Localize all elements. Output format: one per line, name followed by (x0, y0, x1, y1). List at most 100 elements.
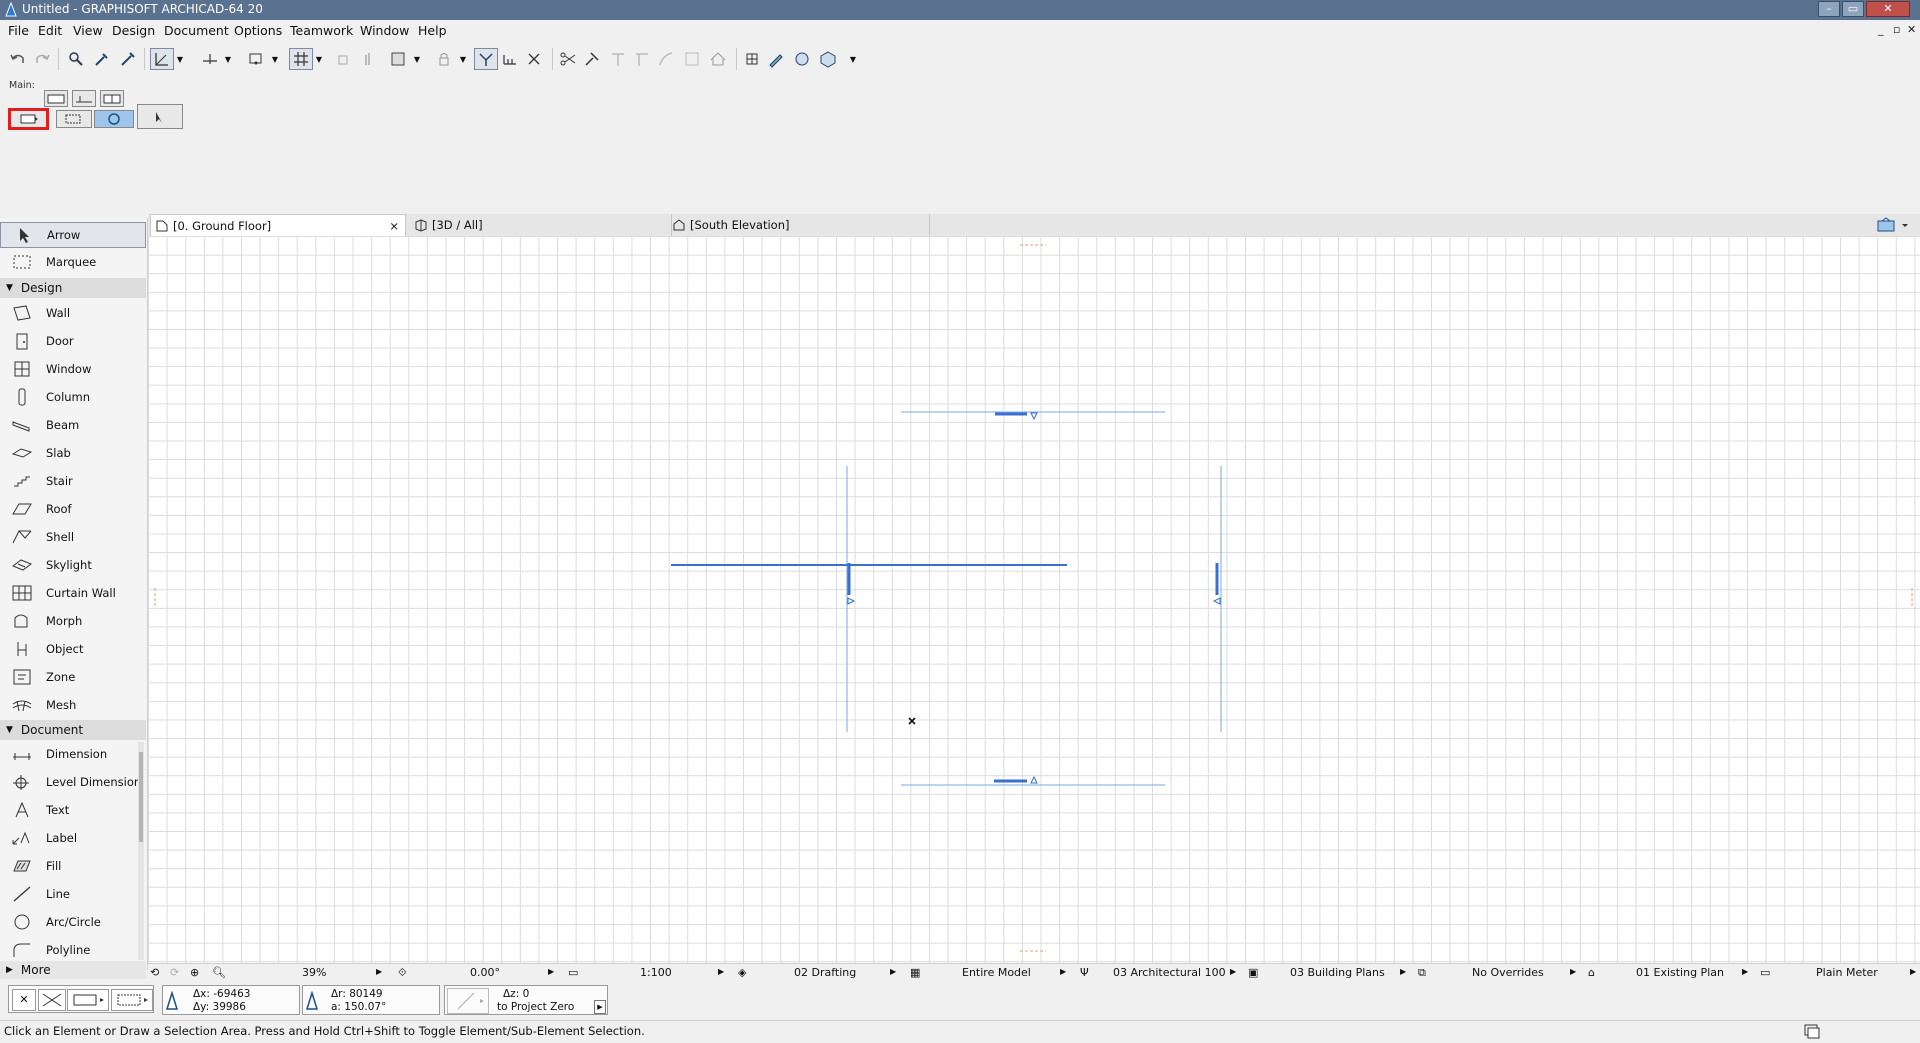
tool-beam[interactable]: Beam (0, 412, 146, 438)
pen-set-dropdown-arrow[interactable]: ▶ (1230, 967, 1236, 976)
undo-button[interactable] (6, 48, 30, 70)
layer-combination-dropdown-arrow[interactable]: ▶ (890, 967, 896, 976)
tool-shell[interactable]: Shell (0, 524, 146, 550)
solid-element-operations-button[interactable] (740, 48, 764, 70)
tool-polyline[interactable]: Polyline (0, 937, 146, 963)
scale-value[interactable]: 1:100 (640, 966, 672, 979)
tool-skylight[interactable]: Skylight (0, 552, 146, 578)
roof-trim-button[interactable] (706, 48, 730, 70)
tool-fill[interactable]: Fill (0, 853, 146, 879)
fillet-button[interactable] (630, 48, 654, 70)
trim-to-roof-button[interactable] (764, 48, 788, 70)
tab-ground-floor[interactable]: [0. Ground Floor] × (150, 214, 406, 236)
mdi-restore-button[interactable]: ▫ (1893, 23, 1900, 36)
maximize-button[interactable]: ▭ (1842, 1, 1864, 17)
tool-column[interactable]: Column (0, 384, 146, 410)
tool-roof[interactable]: Roof (0, 496, 146, 522)
menu-view[interactable]: View (73, 23, 103, 38)
menu-window[interactable]: Window (360, 23, 409, 38)
tool-arrow[interactable]: Arrow (0, 222, 146, 248)
tool-stair[interactable]: Stair (0, 468, 146, 494)
resize-button[interactable] (680, 48, 704, 70)
close-button[interactable]: ✕ (1866, 1, 1910, 17)
xy-coordinate-box[interactable]: Δx: -69463 Δy: 39986 (162, 985, 300, 1015)
more-tools-header[interactable]: ▶ More (0, 961, 146, 979)
model-view-options-dropdown-arrow[interactable]: ▶ (1400, 967, 1406, 976)
tool-mesh[interactable]: Mesh (0, 692, 146, 718)
layer-combination-value[interactable]: 02 Drafting (794, 966, 856, 979)
trace-button[interactable] (356, 48, 380, 70)
renovation-filter-value[interactable]: 01 Existing Plan (1636, 966, 1724, 979)
inject-parameters-button[interactable] (116, 48, 140, 70)
tool-label[interactable]: Label (0, 825, 146, 851)
scale-dropdown-arrow[interactable]: ▶ (718, 967, 724, 976)
tool-arc-circle[interactable]: Arc/Circle (0, 909, 146, 935)
tool-line[interactable]: Line (0, 881, 146, 907)
offset-button[interactable] (654, 48, 678, 70)
south-elevation-marker[interactable] (901, 775, 1165, 786)
layout-frame-button[interactable] (386, 48, 410, 70)
model-view-dropdown-arrow[interactable]: ▶ (1060, 967, 1066, 976)
favorites-button[interactable] (816, 48, 840, 70)
split-button[interactable] (556, 48, 580, 70)
intersect-button[interactable] (606, 48, 630, 70)
tool-wall[interactable]: Wall (0, 300, 146, 326)
palette-window-mini-button[interactable] (100, 90, 124, 107)
curtain-wall-edit-button[interactable] (790, 48, 814, 70)
palette-marquee-button[interactable] (56, 110, 92, 128)
window-layout-icon[interactable] (1804, 1024, 1820, 1039)
menu-teamwork[interactable]: Teamwork (290, 23, 353, 38)
menu-edit[interactable]: Edit (38, 23, 62, 38)
snap-points-dropdown[interactable]: ▼ (270, 48, 280, 70)
palette-wall-mini-button[interactable] (44, 90, 68, 107)
grid-snap-dropdown[interactable]: ▼ (314, 48, 324, 70)
group-design-header[interactable]: ▼ Design (0, 278, 146, 298)
floor-plan-canvas[interactable] (148, 236, 1920, 963)
palette-door-mini-button[interactable] (72, 90, 96, 107)
suspend-groups-button[interactable] (333, 48, 357, 70)
north-elevation-marker[interactable] (901, 411, 1165, 421)
grid-snap-button[interactable] (289, 48, 313, 70)
mdi-minimize-button[interactable]: _ (1878, 23, 1884, 36)
guide-lines-dropdown[interactable]: ▼ (175, 48, 185, 70)
palette-rotate-view-button[interactable] (94, 110, 134, 128)
tool-door[interactable]: Door (0, 328, 146, 354)
model-view-options-value[interactable]: 03 Building Plans (1290, 966, 1385, 979)
snap-guides-button[interactable] (198, 48, 222, 70)
dimension-standard-dropdown-arrow[interactable]: ▶ (1910, 967, 1916, 976)
angle-lock-button[interactable] (447, 988, 489, 1014)
undo-zoom-button[interactable]: ⟲ (150, 966, 159, 979)
minimize-button[interactable]: – (1818, 1, 1840, 17)
west-elevation-marker[interactable] (846, 466, 856, 732)
adjust-button[interactable] (580, 48, 604, 70)
menu-file[interactable]: File (8, 23, 29, 38)
menu-help[interactable]: Help (418, 23, 447, 38)
graphic-overrides-dropdown-arrow[interactable]: ▶ (1570, 967, 1576, 976)
tool-dimension[interactable]: Dimension (0, 741, 146, 767)
menu-options[interactable]: Options (234, 23, 282, 38)
polar-coordinate-box[interactable]: Δr: 80149 a: 150.07° (302, 985, 440, 1015)
reference-dropdown-arrow[interactable]: ▶ (594, 1000, 606, 1014)
menu-document[interactable]: Document (164, 23, 229, 38)
tool-curtain-wall[interactable]: Curtain Wall (0, 580, 146, 606)
menu-design[interactable]: Design (112, 23, 155, 38)
lock-dropdown[interactable]: ▼ (458, 48, 468, 70)
toolbox-scrollbar-thumb[interactable] (139, 752, 143, 842)
mdi-close-button[interactable]: ✕ (1907, 23, 1916, 36)
lock-button[interactable] (432, 48, 456, 70)
stretch-button[interactable] (474, 48, 498, 70)
snap-points-button[interactable] (244, 48, 268, 70)
renovation-filter-dropdown-arrow[interactable]: ▶ (1742, 967, 1748, 976)
layout-frame-dropdown[interactable]: ▼ (412, 48, 422, 70)
guide-lines-button[interactable] (150, 48, 174, 70)
favorites-dropdown[interactable]: ▼ (848, 48, 858, 70)
gravity-button[interactable] (67, 989, 109, 1011)
pen-set-value[interactable]: 03 Architectural 100 (1113, 966, 1226, 979)
east-elevation-marker[interactable] (1212, 466, 1222, 732)
palette-arrow-button[interactable] (137, 104, 183, 129)
orientation-value[interactable]: 0.00° (470, 966, 500, 979)
tool-text[interactable]: Text (0, 797, 146, 823)
pick-up-parameters-button[interactable] (90, 48, 114, 70)
grid-snap-mode-button[interactable] (111, 989, 153, 1011)
snap-guides-dropdown[interactable]: ▼ (223, 48, 233, 70)
